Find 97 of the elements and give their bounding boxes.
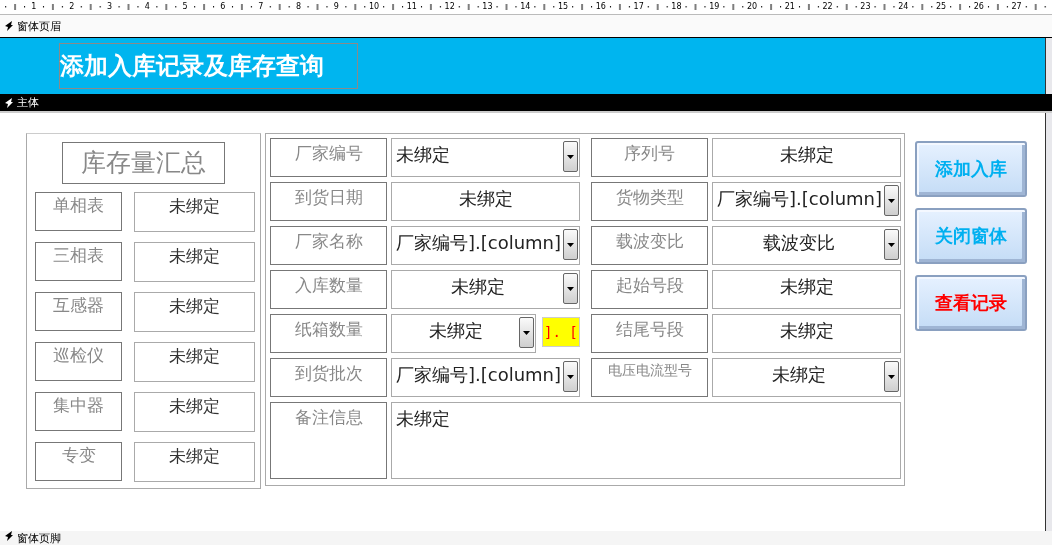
combo-box[interactable]: 厂家编号].[column] bbox=[391, 358, 580, 397]
text-field[interactable]: 未绑定 bbox=[134, 192, 255, 232]
dropdown-button[interactable] bbox=[563, 141, 578, 172]
field-label: 序列号 bbox=[591, 138, 708, 177]
ruler-number: 7 bbox=[257, 1, 265, 13]
field-label: 载波变比 bbox=[591, 226, 708, 265]
text-field[interactable]: 未绑定 bbox=[134, 342, 255, 382]
text-field[interactable]: 未绑定 bbox=[134, 392, 255, 432]
dropdown-button[interactable] bbox=[884, 185, 899, 216]
combo-value: 未绑定 bbox=[770, 363, 827, 387]
combo-box[interactable]: 未绑定 bbox=[391, 270, 580, 309]
ruler-number: 24 bbox=[897, 1, 910, 13]
field-label: 单相表 bbox=[35, 192, 122, 231]
combo-box[interactable]: 厂家编号].[column] bbox=[712, 182, 901, 221]
text-field[interactable]: 未绑定 bbox=[712, 314, 901, 353]
field-label: 巡检仪 bbox=[35, 342, 122, 381]
caret-icon bbox=[567, 286, 574, 291]
ruler-number: 22 bbox=[821, 1, 834, 13]
caret-icon bbox=[567, 374, 574, 379]
tag-field[interactable]: ]. [ bbox=[542, 317, 580, 347]
field-label: 货物类型 bbox=[591, 182, 708, 221]
section-label: 主体 bbox=[17, 95, 39, 110]
field-label: 备注信息 bbox=[270, 402, 387, 479]
ruler-number: 9 bbox=[332, 1, 340, 13]
combo-box[interactable]: 未绑定 bbox=[391, 138, 580, 177]
combo-box[interactable]: 载波变比 bbox=[712, 226, 901, 265]
field-label: 专变 bbox=[35, 442, 122, 481]
ruler-number: 8 bbox=[294, 1, 302, 13]
combo-box[interactable]: 未绑定 bbox=[391, 314, 536, 353]
combo-value: 厂家编号].[column] bbox=[396, 363, 563, 387]
text-field[interactable]: 未绑定 bbox=[134, 442, 255, 482]
ruler-number: 10 bbox=[367, 1, 381, 13]
caret-icon bbox=[567, 242, 574, 247]
ruler-number: 6 bbox=[219, 1, 227, 13]
dropdown-button[interactable] bbox=[884, 229, 899, 260]
dropdown-button[interactable] bbox=[519, 317, 534, 348]
field-label: 起始号段 bbox=[591, 270, 708, 309]
combo-value: 未绑定 bbox=[427, 319, 484, 343]
ruler-number: 14 bbox=[519, 1, 532, 13]
ruler-number: 26 bbox=[972, 1, 985, 13]
text-field[interactable]: 未绑定 bbox=[712, 138, 901, 177]
field-label: 到货批次 bbox=[270, 358, 387, 397]
ruler-number: 13 bbox=[481, 1, 494, 13]
combo-value: 未绑定 bbox=[449, 275, 506, 299]
ruler-number: 27 bbox=[1010, 1, 1023, 13]
field-label: 电压电流型号 bbox=[591, 358, 708, 397]
section-label: 窗体页脚 bbox=[17, 531, 61, 545]
caret-icon bbox=[888, 242, 895, 247]
caret-icon bbox=[888, 374, 895, 379]
combo-box[interactable]: 未绑定 bbox=[712, 358, 901, 397]
field-label: 三相表 bbox=[35, 242, 122, 281]
caret-icon bbox=[523, 330, 530, 335]
memo-field[interactable]: 未绑定 bbox=[391, 402, 901, 479]
ruler-number: 19 bbox=[708, 1, 721, 13]
dropdown-button[interactable] bbox=[884, 361, 899, 392]
dropdown-button[interactable] bbox=[563, 361, 578, 392]
text-field[interactable]: 未绑定 bbox=[712, 270, 901, 309]
text-field[interactable]: 未绑定 bbox=[134, 292, 255, 332]
ruler-number: 12 bbox=[443, 1, 456, 13]
field-label: 互感器 bbox=[35, 292, 122, 331]
dropdown-button[interactable] bbox=[563, 273, 578, 304]
ruler-number: 17 bbox=[632, 1, 645, 13]
section-marker-icon[interactable] bbox=[4, 21, 14, 31]
caret-icon bbox=[888, 198, 895, 203]
ruler-number: 23 bbox=[859, 1, 872, 13]
combo-value: 厂家编号].[column] bbox=[396, 231, 563, 255]
ruler-number: 16 bbox=[594, 1, 607, 13]
field-label: 到货日期 bbox=[270, 182, 387, 221]
dropdown-button[interactable] bbox=[563, 229, 578, 260]
ruler-number: 4 bbox=[143, 1, 151, 13]
field-label: 结尾号段 bbox=[591, 314, 708, 353]
summary-title: 库存量汇总 bbox=[62, 142, 225, 184]
ruler-number: 20 bbox=[745, 1, 759, 13]
field-label: 集中器 bbox=[35, 392, 122, 431]
combo-value: 未绑定 bbox=[396, 143, 451, 167]
ruler-number: 1 bbox=[30, 1, 38, 13]
text-field[interactable]: 未绑定 bbox=[134, 242, 255, 282]
ruler-number: 21 bbox=[783, 1, 796, 13]
combo-box[interactable]: 厂家编号].[column] bbox=[391, 226, 580, 265]
ruler-number: 15 bbox=[556, 1, 570, 13]
ruler-number: 11 bbox=[405, 1, 418, 13]
field-label: 纸箱数量 bbox=[270, 314, 387, 353]
ruler-number: 18 bbox=[670, 1, 683, 13]
field-label: 入库数量 bbox=[270, 270, 387, 309]
combo-value: 厂家编号].[column] bbox=[717, 187, 884, 211]
field-label: 厂家编号 bbox=[270, 138, 387, 177]
field-label: 厂家名称 bbox=[270, 226, 387, 265]
ruler-number: 25 bbox=[934, 1, 948, 13]
ruler-number: 2 bbox=[68, 1, 76, 13]
combo-value: 载波变比 bbox=[761, 231, 836, 255]
ruler-number: 3 bbox=[105, 1, 114, 13]
ruler-number: 5 bbox=[181, 1, 189, 13]
text-field[interactable]: 未绑定 bbox=[391, 182, 580, 221]
caret-icon bbox=[567, 154, 574, 159]
section-marker-icon[interactable] bbox=[4, 97, 14, 108]
section-label: 窗体页眉 bbox=[17, 18, 61, 34]
form-title: 添加入库记录及库存查询 bbox=[59, 43, 358, 89]
